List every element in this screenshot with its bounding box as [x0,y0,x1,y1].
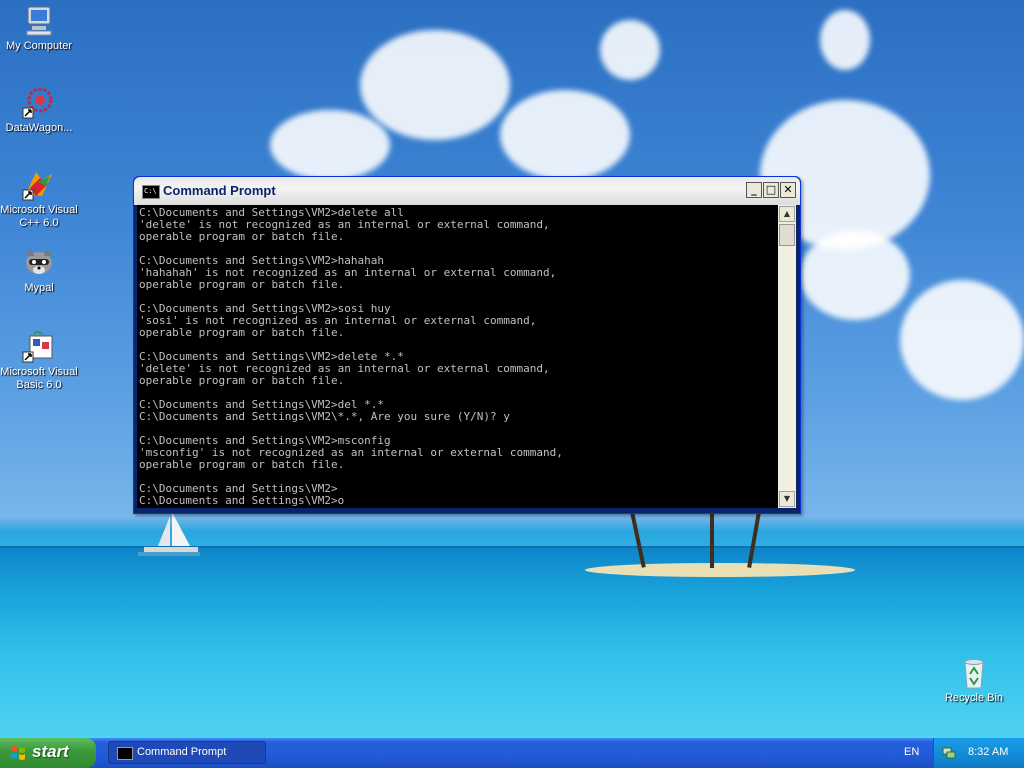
desktop-icon-label: Recycle Bin [944,692,1004,704]
desktop-icon-label: Microsoft Visual C++ 6.0 [0,204,78,229]
cloud [900,280,1024,400]
console-output-area[interactable]: C:\Documents and Settings\VM2>delete all… [137,205,778,508]
computer-icon [26,6,52,36]
palm-trunk [710,512,714,568]
sea [0,548,1024,738]
taskbar: start Command Prompt EN 8:32 AM [0,738,1024,768]
command-prompt-window[interactable]: C:\ Command Prompt _ □ ✕ C:\Documents an… [133,176,801,514]
language-indicator[interactable]: EN [904,746,919,758]
window-titlebar[interactable]: C:\ Command Prompt _ □ ✕ [134,177,800,205]
console-icon [117,747,133,760]
console-icon-text: C:\ [144,187,157,195]
desktop-icon-visual-cpp[interactable]: Microsoft Visual C++ 6.0 [0,168,78,230]
island [585,563,855,577]
cloud [820,10,870,70]
console-icon[interactable]: C:\ [142,185,160,199]
scrollbar-thumb[interactable] [779,224,795,246]
cloud [500,90,630,180]
raccoon-icon [26,248,52,274]
visual-cpp-icon [22,172,52,201]
network-icon[interactable] [942,746,956,760]
cloud [270,110,390,180]
desktop-icon-label: Microsoft Visual Basic 6.0 [0,366,78,391]
desktop-icon-mypal[interactable]: Mypal [0,246,78,295]
system-tray: 8:32 AM [933,738,1024,768]
cloud [600,20,660,80]
sailboat-image [138,512,200,556]
desktop-icon-my-computer[interactable]: My Computer [0,4,78,53]
window-title: Command Prompt [163,183,276,198]
maximize-button[interactable]: □ [763,182,779,198]
desktop-icon-recycle-bin[interactable]: Recycle Bin [935,656,1013,705]
datawagon-icon [22,87,53,119]
scroll-up-arrow-icon[interactable]: ▲ [779,206,795,222]
desktop-background: My Computer DataWagon... Microsoft Visua… [0,0,1024,738]
recycle-bin-icon [964,659,984,689]
taskbar-button-label: Command Prompt [137,746,227,758]
taskbar-button-command-prompt[interactable]: Command Prompt [108,741,266,764]
console-text: C:\Documents and Settings\VM2>delete all… [139,206,563,507]
desktop-icon-label: Mypal [24,282,54,294]
windows-logo-icon [11,746,25,760]
cloud [360,30,510,140]
clock[interactable]: 8:32 AM [968,746,1008,758]
desktop-icon-label: DataWagon... [5,122,73,134]
start-label: start [32,742,69,761]
close-button[interactable]: ✕ [780,182,796,198]
desktop-icon-label: My Computer [5,40,73,52]
start-button[interactable]: start [0,738,96,768]
cloud [800,230,910,320]
visual-basic-icon [22,331,53,363]
vertical-scrollbar[interactable]: ▲ ▼ [778,205,796,508]
minimize-button[interactable]: _ [746,182,762,198]
scroll-down-arrow-icon[interactable]: ▼ [779,491,795,507]
desktop-icon-visual-basic[interactable]: Microsoft Visual Basic 6.0 [0,330,78,392]
desktop-icon-datawagon[interactable]: DataWagon... [0,86,78,135]
